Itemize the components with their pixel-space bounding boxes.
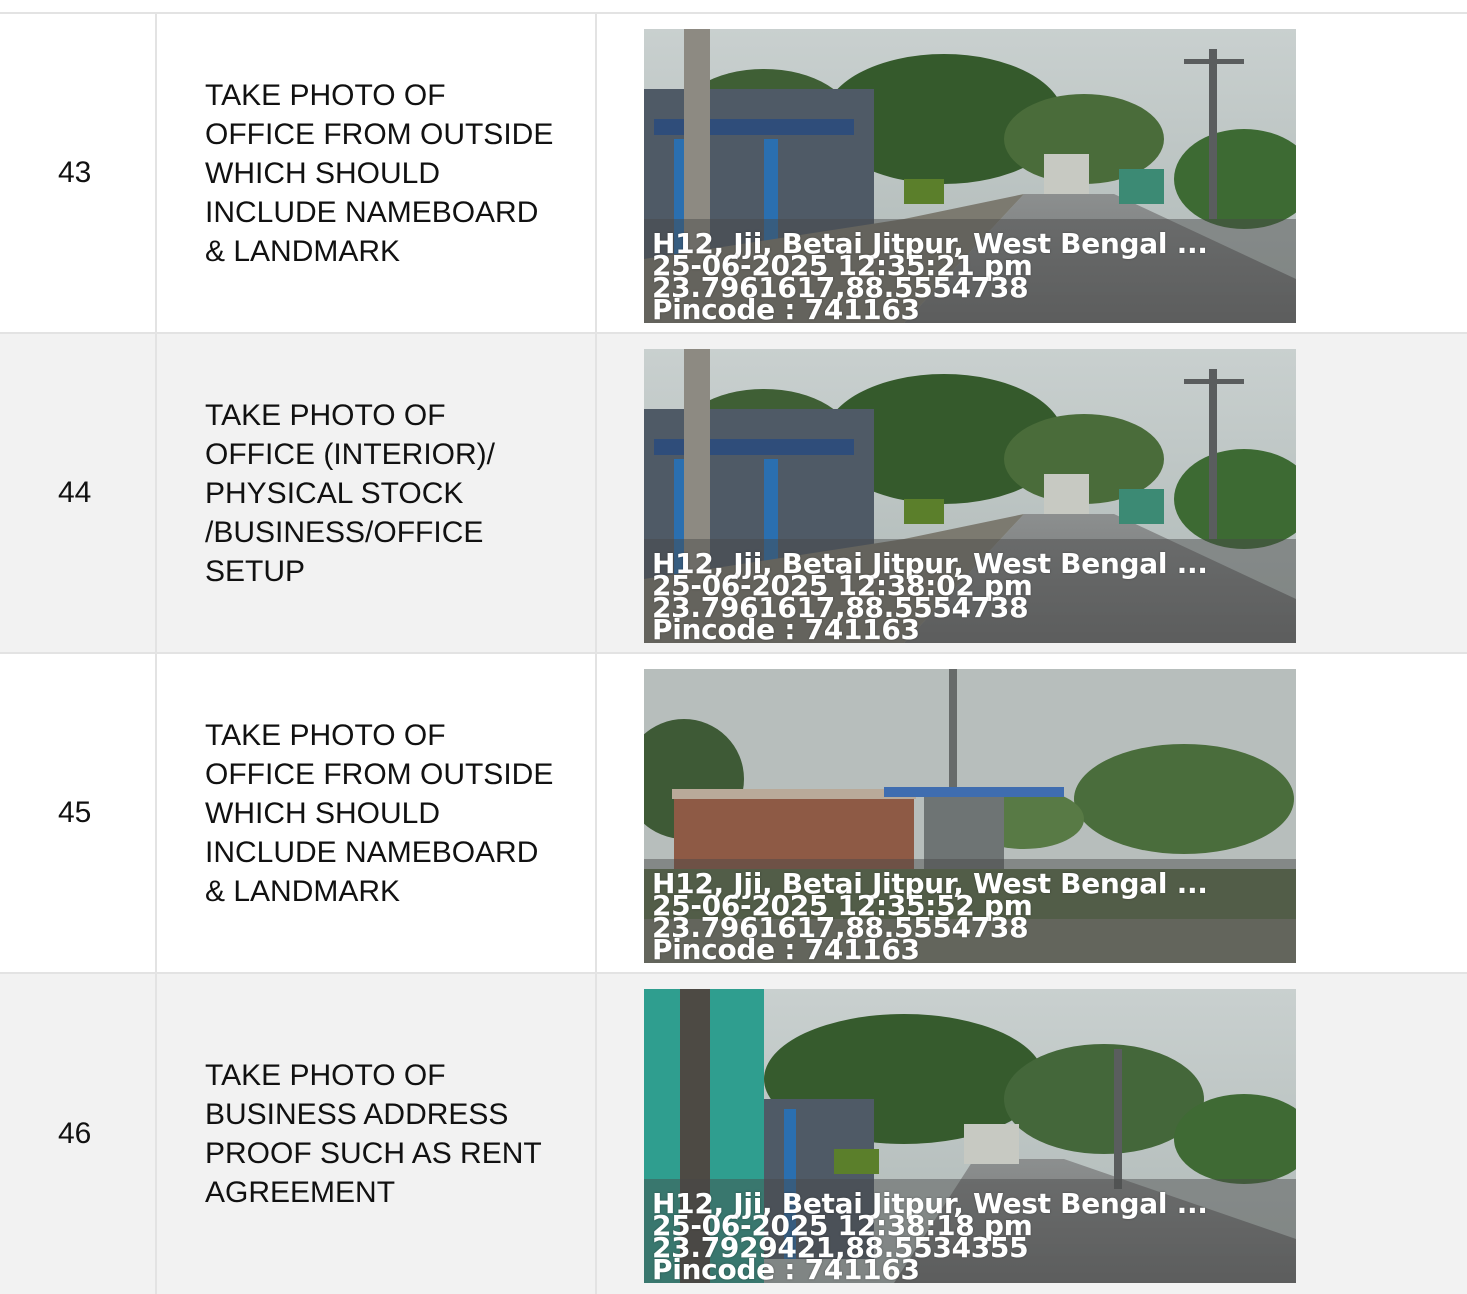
photo-cell: H12, Jji, Betai Jitpur, West Bengal ... …	[597, 14, 1467, 332]
row-number: 45	[0, 654, 157, 972]
row-number: 44	[0, 334, 157, 652]
instruction-text: TAKE PHOTO OF BUSINESS ADDRESS PROOF SUC…	[157, 974, 597, 1294]
geotagged-photo[interactable]: H12, Jji, Betai Jitpur, West Bengal ... …	[644, 349, 1296, 643]
row-number: 43	[0, 14, 157, 332]
geotagged-photo[interactable]: H12, Jji, Betai Jitpur, West Bengal ... …	[644, 29, 1296, 323]
row-number: 46	[0, 974, 157, 1294]
geotag-stamp: H12, Jji, Betai Jitpur, West Bengal ... …	[652, 550, 1296, 644]
photo-checklist-table: 43 TAKE PHOTO OF OFFICE FROM OUTSIDE WHI…	[0, 12, 1467, 1294]
geotagged-photo[interactable]: H12, Jji, Betai Jitpur, West Bengal ... …	[644, 989, 1296, 1283]
table-row: 46 TAKE PHOTO OF BUSINESS ADDRESS PROOF …	[0, 974, 1467, 1294]
table-row: 44 TAKE PHOTO OF OFFICE (INTERIOR)/ PHYS…	[0, 334, 1467, 654]
geotag-stamp: H12, Jji, Betai Jitpur, West Bengal ... …	[652, 870, 1296, 964]
photo-cell: H12, Jji, Betai Jitpur, West Bengal ... …	[597, 974, 1467, 1294]
geotag-stamp: H12, Jji, Betai Jitpur, West Bengal ... …	[652, 1190, 1296, 1284]
instruction-text: TAKE PHOTO OF OFFICE (INTERIOR)/ PHYSICA…	[157, 334, 597, 652]
table-row: 45 TAKE PHOTO OF OFFICE FROM OUTSIDE WHI…	[0, 654, 1467, 974]
photo-cell: H12, Jji, Betai Jitpur, West Bengal ... …	[597, 654, 1467, 972]
geotag-stamp: H12, Jji, Betai Jitpur, West Bengal ... …	[652, 230, 1296, 324]
instruction-text: TAKE PHOTO OF OFFICE FROM OUTSIDE WHICH …	[157, 14, 597, 332]
table-row: 43 TAKE PHOTO OF OFFICE FROM OUTSIDE WHI…	[0, 14, 1467, 334]
photo-cell: H12, Jji, Betai Jitpur, West Bengal ... …	[597, 334, 1467, 652]
geotagged-photo[interactable]: H12, Jji, Betai Jitpur, West Bengal ... …	[644, 669, 1296, 963]
instruction-text: TAKE PHOTO OF OFFICE FROM OUTSIDE WHICH …	[157, 654, 597, 972]
